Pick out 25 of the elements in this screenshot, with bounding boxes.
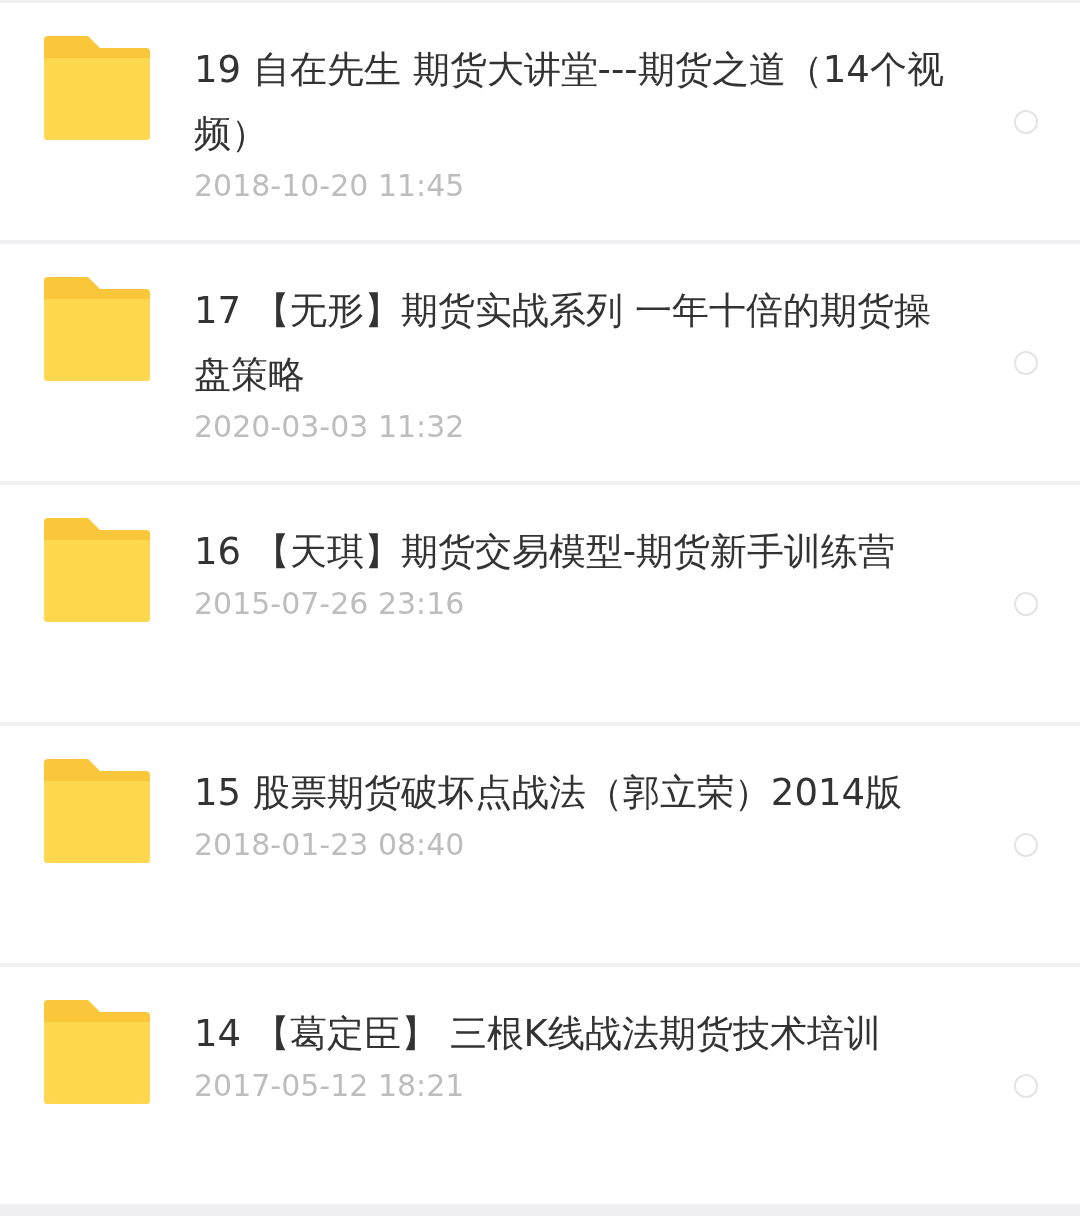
- folder-name: 15 股票期货破坏点战法（郭立荣）2014版: [194, 770, 903, 816]
- folder-name: 16 【天琪】期货交易模型-期货新手训练营: [194, 529, 897, 575]
- folder-icon: [44, 759, 150, 863]
- folder-name: 19 自在先生 期货大讲堂---期货之道（14个视频）: [194, 47, 944, 157]
- folder-icon: [44, 36, 150, 140]
- folder-row[interactable]: 16 【天琪】期货交易模型-期货新手训练营 2015-07-26 23:16: [0, 485, 1080, 722]
- modified-date: 2018-10-20 11:45: [194, 167, 466, 205]
- select-radio[interactable]: [1014, 109, 1038, 134]
- modified-date: 2017-05-12 18:21: [194, 1067, 466, 1105]
- folder-row[interactable]: 17 【无形】期货实战系列 一年十倍的期货操盘策略 2020-03-03 11:32: [0, 244, 1080, 481]
- modified-date: 2020-03-03 11:32: [194, 408, 466, 446]
- folder-icon: [44, 518, 150, 622]
- folder-row[interactable]: 15 股票期货破坏点战法（郭立荣）2014版 2018-01-23 08:40: [0, 726, 1080, 963]
- folder-row[interactable]: 14 【葛定臣】 三根K线战法期货技术培训 2017-05-12 18:21: [0, 967, 1080, 1204]
- select-radio[interactable]: [1014, 350, 1038, 375]
- select-radio[interactable]: [1014, 1073, 1038, 1098]
- folder-icon: [44, 1000, 150, 1104]
- folder-name: 17 【无形】期货实战系列 一年十倍的期货操盘策略: [194, 288, 932, 398]
- select-radio[interactable]: [1014, 591, 1038, 616]
- folder-row[interactable]: 19 自在先生 期货大讲堂---期货之道（14个视频） 2018-10-20 11:45: [0, 3, 1080, 240]
- modified-date: 2018-01-23 08:40: [194, 826, 466, 864]
- modified-date: 2015-07-26 23:16: [194, 585, 466, 623]
- folder-name: 14 【葛定臣】 三根K线战法期货技术培训: [194, 1011, 882, 1057]
- select-radio[interactable]: [1014, 832, 1038, 857]
- folder-icon: [44, 277, 150, 381]
